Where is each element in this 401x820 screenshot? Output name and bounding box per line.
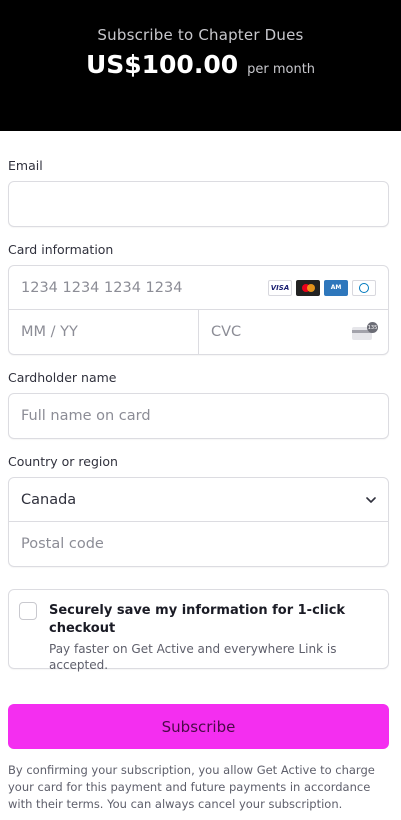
subscription-title: Subscribe to Chapter Dues [97, 26, 304, 44]
country-select[interactable]: Canada [9, 478, 388, 522]
link-description: Pay faster on Get Active and everywhere … [49, 642, 337, 672]
diners-club-icon [352, 279, 376, 296]
link-text: Securely save my information for 1-click… [49, 602, 376, 672]
payment-form: Email Card information 1234 1234 1234 12… [0, 157, 401, 813]
expiry-placeholder: MM / YY [21, 324, 78, 340]
cardholder-name-placeholder: Full name on card [21, 408, 151, 424]
card-number-placeholder: 1234 1234 1234 1234 [21, 279, 183, 296]
postal-code-placeholder: Postal code [21, 536, 104, 552]
email-field[interactable] [8, 181, 389, 227]
cvc-placeholder: CVC [211, 324, 242, 340]
chevron-down-icon [366, 496, 376, 503]
cardholder-name-label: Cardholder name [8, 370, 117, 385]
link-title: Securely save my information for 1-click… [49, 603, 346, 636]
card-number-field[interactable]: 1234 1234 1234 1234 VISA AM [9, 266, 388, 310]
postal-code-field[interactable]: Postal code [9, 522, 388, 566]
subscribe-button[interactable]: Subscribe [8, 704, 389, 749]
country-selected-value: Canada [21, 491, 77, 508]
subscription-terms: By confirming your subscription, you all… [8, 763, 375, 811]
link-save-info-box: Securely save my information for 1-click… [8, 589, 389, 672]
card-expiry-cvc-row: MM / YY CVC 135 [9, 310, 388, 354]
save-info-checkbox[interactable] [19, 602, 37, 620]
cvc-badge: 135 [367, 322, 378, 333]
billing-period: per month [247, 62, 316, 77]
cvc-card-icon: 135 [352, 322, 378, 340]
cvc-field[interactable]: CVC 135 [199, 310, 388, 354]
card-information-label: Card information [8, 242, 114, 257]
cardholder-name-field[interactable]: Full name on card [8, 393, 389, 439]
price-amount: US$100.00 [85, 50, 239, 79]
checkout-header: Subscribe to Chapter Dues US$100.00 per … [0, 0, 401, 131]
price-row: US$100.00 per month [0, 50, 401, 79]
card-brands: VISA AM [268, 279, 376, 296]
mastercard-icon [296, 279, 320, 296]
address-group: Canada Postal code [8, 477, 389, 567]
card-information-group: 1234 1234 1234 1234 VISA AM MM / YY CVC … [8, 265, 389, 355]
email-label: Email [8, 158, 43, 173]
amex-icon: AM [324, 279, 348, 296]
expiry-field[interactable]: MM / YY [9, 310, 199, 354]
visa-icon: VISA [268, 279, 292, 296]
country-region-label: Country or region [8, 454, 118, 469]
